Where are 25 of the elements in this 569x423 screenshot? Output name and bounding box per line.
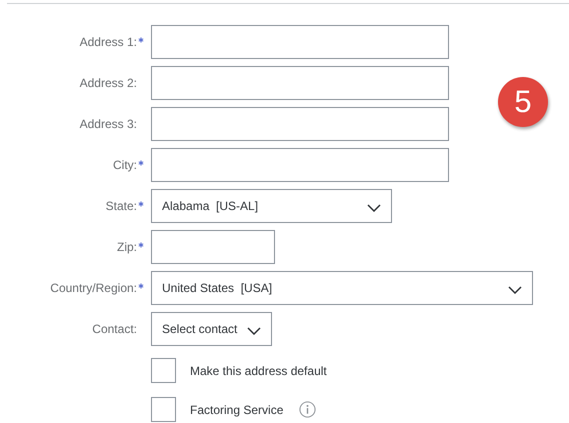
dropdown[interactable]: Select contact xyxy=(151,312,272,346)
text-field[interactable] xyxy=(151,25,449,59)
checkbox[interactable] xyxy=(151,397,176,422)
field-label: City: xyxy=(113,158,137,172)
dropdown[interactable]: United States [USA] xyxy=(151,271,533,305)
info-icon[interactable] xyxy=(299,401,316,418)
checkbox[interactable] xyxy=(151,358,176,383)
text-field[interactable] xyxy=(151,66,449,100)
field-label: Address 3: xyxy=(80,117,137,131)
field-label: Zip: xyxy=(116,240,137,254)
text-field[interactable] xyxy=(151,107,449,141)
checkbox-label: Make this address default xyxy=(190,364,327,378)
step-badge: 5 xyxy=(498,77,548,127)
field-label: Country/Region: xyxy=(50,281,137,295)
checkbox-label: Factoring Service xyxy=(190,402,284,416)
text-field[interactable] xyxy=(151,148,449,182)
chevron-down-icon xyxy=(508,286,522,294)
field-label: Contact: xyxy=(92,322,137,336)
field-label: Address 1: xyxy=(80,35,137,49)
text-field[interactable] xyxy=(151,230,275,264)
chevron-down-icon xyxy=(367,204,381,212)
dropdown[interactable]: Alabama [US-AL] xyxy=(151,189,392,223)
chevron-down-icon xyxy=(247,326,262,334)
field-label: Address 2: xyxy=(80,76,137,90)
field-label: State: xyxy=(106,199,137,213)
